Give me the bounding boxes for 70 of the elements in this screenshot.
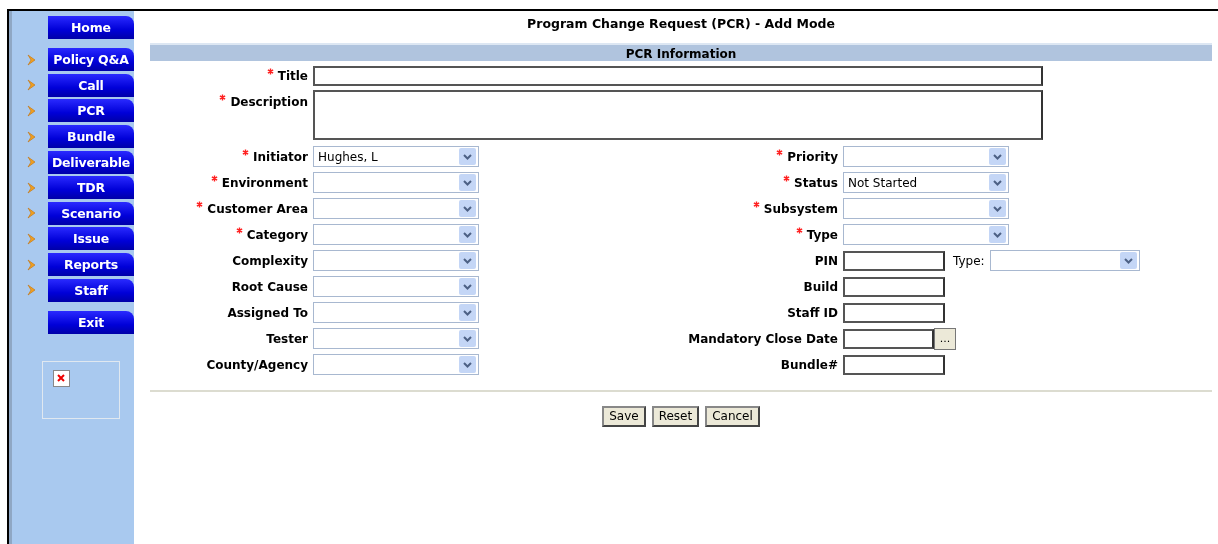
dropdown-select[interactable] bbox=[313, 224, 479, 246]
nav-button[interactable]: TDR bbox=[48, 176, 134, 200]
field-label: PIN bbox=[814, 253, 838, 268]
text-input[interactable] bbox=[843, 302, 945, 323]
chevron-icon bbox=[26, 181, 38, 194]
dropdown-select[interactable] bbox=[313, 354, 479, 376]
dropdown-select[interactable]: Not Started bbox=[843, 172, 1009, 194]
form-button[interactable]: Save bbox=[602, 405, 646, 427]
dropdown-select[interactable] bbox=[313, 172, 479, 194]
form-button[interactable]: Reset bbox=[651, 405, 700, 427]
chevron-icon bbox=[26, 284, 38, 297]
nav-button[interactable]: Scenario bbox=[48, 201, 134, 225]
field-label: County/Agency bbox=[206, 357, 308, 372]
field-label: Complexity bbox=[232, 253, 308, 268]
broken-image-icon bbox=[53, 369, 70, 387]
field-label: Tester bbox=[266, 331, 308, 346]
title-input[interactable] bbox=[313, 65, 1043, 86]
description-textarea[interactable] bbox=[313, 89, 1043, 140]
date-picker-button[interactable]: ... bbox=[934, 327, 956, 350]
nav-button[interactable]: Deliverable bbox=[48, 150, 134, 174]
field-label: Root Cause bbox=[231, 279, 308, 294]
field-label: Subsystem bbox=[763, 201, 838, 216]
section-header: PCR Information bbox=[150, 42, 1212, 61]
dropdown-select[interactable]: Hughes, L bbox=[313, 146, 479, 168]
chevron-icon bbox=[26, 207, 38, 220]
nav-button[interactable]: Policy Q&A bbox=[48, 48, 134, 72]
chevron-icon bbox=[26, 156, 38, 169]
date-input[interactable] bbox=[843, 328, 934, 349]
text-input[interactable] bbox=[843, 354, 945, 375]
field-label: Priority bbox=[787, 149, 838, 164]
nav-button[interactable]: Home bbox=[48, 15, 134, 39]
field-label: Title bbox=[277, 68, 308, 83]
nav-button[interactable]: Call bbox=[48, 73, 134, 97]
field-label: Assigned To bbox=[227, 305, 308, 320]
field-label: Initiator bbox=[253, 149, 308, 164]
nav-button[interactable]: Exit bbox=[48, 311, 134, 335]
nav-button[interactable]: Staff bbox=[48, 278, 134, 302]
chevron-icon bbox=[26, 130, 38, 143]
field-label: Bundle# bbox=[780, 357, 838, 372]
nav-button[interactable]: Reports bbox=[48, 253, 134, 277]
dropdown-select[interactable] bbox=[843, 146, 1009, 168]
dropdown-select[interactable] bbox=[313, 250, 479, 272]
field-label: Mandatory Close Date bbox=[688, 331, 838, 346]
text-input[interactable] bbox=[843, 276, 945, 297]
dropdown-select[interactable] bbox=[313, 302, 479, 324]
field-label: Build bbox=[803, 279, 838, 294]
chevron-icon bbox=[26, 232, 38, 245]
type-label: Type: bbox=[953, 252, 985, 270]
field-label: Customer Area bbox=[207, 201, 308, 216]
field-label: Environment bbox=[221, 175, 308, 190]
dropdown-select[interactable] bbox=[989, 250, 1140, 272]
field-label: Category bbox=[246, 227, 308, 242]
nav-button[interactable]: PCR bbox=[48, 99, 134, 123]
page-title: Program Change Request (PCR) - Add Mode bbox=[526, 15, 836, 33]
dropdown-select[interactable] bbox=[843, 198, 1009, 220]
chevron-icon bbox=[26, 105, 38, 117]
nav-button[interactable]: Issue bbox=[48, 227, 134, 251]
field-label: Description bbox=[230, 94, 308, 109]
field-label: Staff ID bbox=[787, 305, 838, 320]
chevron-icon bbox=[26, 53, 38, 66]
dropdown-select[interactable] bbox=[313, 198, 479, 220]
nav-button[interactable]: Bundle bbox=[48, 125, 134, 149]
dropdown-select[interactable] bbox=[313, 276, 479, 298]
chevron-icon bbox=[26, 258, 38, 271]
text-input[interactable] bbox=[843, 250, 945, 271]
dropdown-select[interactable] bbox=[313, 328, 479, 350]
form-button[interactable]: Cancel bbox=[705, 405, 760, 427]
chevron-icon bbox=[26, 79, 38, 92]
field-label: Type bbox=[806, 227, 838, 242]
field-label: Status bbox=[794, 175, 838, 190]
